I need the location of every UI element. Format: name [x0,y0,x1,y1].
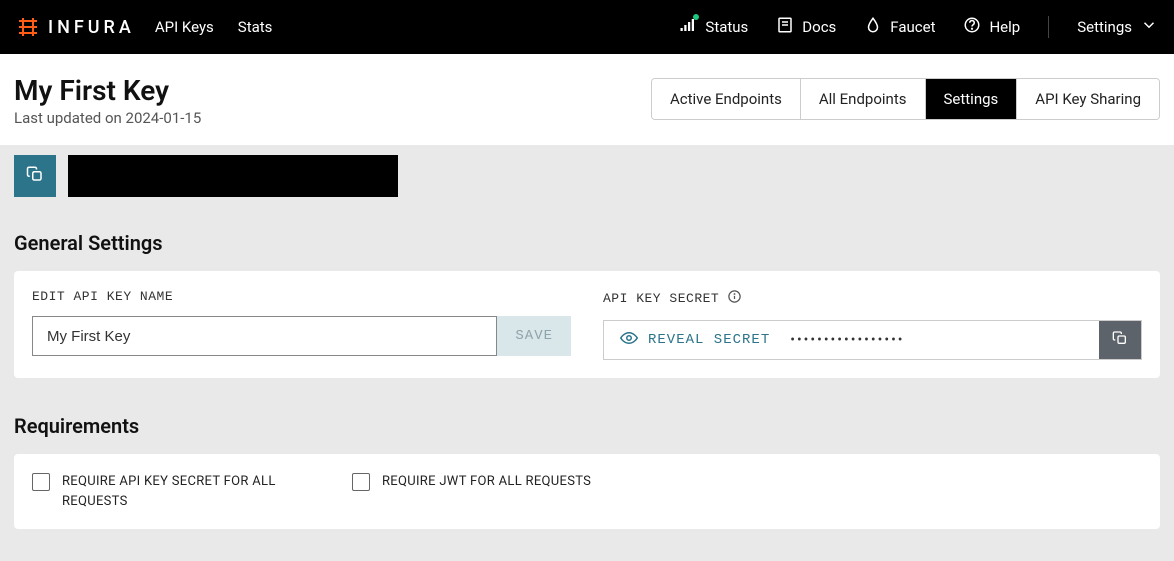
general-settings-heading: General Settings [14,231,1160,255]
tab-api-key-sharing[interactable]: API Key Sharing [1017,79,1159,119]
book-icon [776,16,794,38]
signal-icon [679,16,697,38]
require-jwt-checkbox[interactable] [352,473,370,491]
help-icon [963,16,981,38]
require-jwt-label: REQUIRE JWT FOR ALL REQUESTS [382,472,591,492]
nav-status-label: Status [705,18,748,36]
page-title: My First Key [14,74,201,107]
tab-group: Active Endpoints All Endpoints Settings … [651,78,1160,120]
logo-text: INFURA [48,17,135,38]
api-key-name-input[interactable] [32,316,497,356]
require-secret-label: REQUIRE API KEY SECRET FOR ALL REQUESTS [62,472,292,511]
nav-status[interactable]: Status [679,16,748,38]
logo-icon [16,15,40,39]
secret-label-text: API KEY SECRET [603,291,719,306]
logo[interactable]: INFURA [16,15,135,39]
copy-icon [26,165,44,187]
requirements-section: Requirements REQUIRE API KEY SECRET FOR … [0,390,1174,541]
tab-settings[interactable]: Settings [926,79,1018,119]
nav-faucet[interactable]: Faucet [864,16,935,38]
tab-active-endpoints[interactable]: Active Endpoints [652,79,801,119]
general-settings-section: General Settings EDIT API KEY NAME SAVE … [0,207,1174,390]
copy-api-key-button[interactable] [14,155,56,197]
nav-docs[interactable]: Docs [776,16,836,38]
api-key-bar [0,145,1174,207]
secret-mask: ••••••••••••••••• [786,321,1099,359]
reveal-secret-label: REVEAL SECRET [648,332,770,348]
requirements-heading: Requirements [14,414,1160,438]
drop-icon [864,16,882,38]
secret-label: API KEY SECRET [603,289,1142,308]
nav-faucet-label: Faucet [890,18,935,36]
api-key-value-redacted [68,155,398,197]
info-icon[interactable] [727,289,742,308]
copy-secret-button[interactable] [1099,321,1141,359]
require-jwt-checkbox-row: REQUIRE JWT FOR ALL REQUESTS [352,472,591,511]
nav-help-label: Help [989,18,1020,36]
reveal-secret-button[interactable]: REVEAL SECRET [604,321,786,359]
nav-right: Status Docs Faucet [679,16,1158,38]
nav-help[interactable]: Help [963,16,1020,38]
top-nav: INFURA API Keys Stats Status [0,0,1174,54]
eye-icon [620,329,638,352]
nav-api-keys[interactable]: API Keys [155,18,214,36]
page-subtitle: Last updated on 2024-01-15 [14,109,201,127]
nav-docs-label: Docs [802,18,836,36]
copy-icon [1112,330,1128,350]
edit-name-label: EDIT API KEY NAME [32,289,571,304]
nav-settings-label: Settings [1077,18,1132,36]
nav-left: API Keys Stats [155,18,273,36]
tab-all-endpoints[interactable]: All Endpoints [801,79,926,119]
status-dot-icon [693,14,699,20]
nav-divider [1048,16,1049,38]
nav-stats[interactable]: Stats [238,18,273,36]
require-secret-checkbox-row: REQUIRE API KEY SECRET FOR ALL REQUESTS [32,472,292,511]
nav-settings[interactable]: Settings [1077,16,1158,38]
chevron-down-icon [1140,16,1158,38]
page-header: My First Key Last updated on 2024-01-15 … [0,54,1174,145]
require-secret-checkbox[interactable] [32,473,50,491]
save-button[interactable]: SAVE [497,316,571,356]
